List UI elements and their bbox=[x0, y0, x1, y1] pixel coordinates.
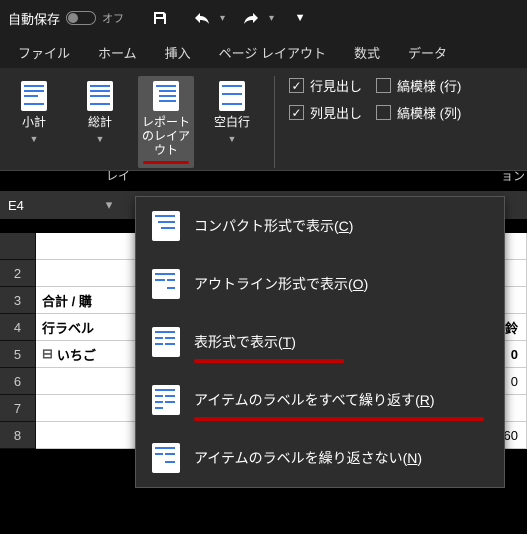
annotation-underline bbox=[194, 359, 344, 363]
separator bbox=[274, 76, 275, 168]
banded-rows-label: 縞模様 (行) bbox=[397, 76, 461, 95]
blank-rows-button[interactable]: 空白行 ▼ bbox=[204, 76, 260, 168]
dropdown-item-label: コンパクト形式で表示(C) bbox=[194, 216, 353, 236]
blank-corner[interactable] bbox=[0, 233, 36, 260]
dropdown-item-label: 表形式で表示(T) bbox=[194, 332, 296, 352]
dropdown-item-compact[interactable]: コンパクト形式で表示(C) bbox=[136, 197, 504, 255]
blank-rows-icon bbox=[219, 81, 245, 111]
repeat-labels-icon bbox=[152, 385, 180, 415]
ribbon-group-left-label: レイ bbox=[106, 167, 130, 184]
ribbon-group-layout: 小計 ▼ 総計 ▼ レポートのレイアウト bbox=[6, 76, 260, 168]
subtotals-button[interactable]: 小計 ▼ bbox=[6, 76, 62, 168]
row-headers-column: 2 3 4 5 6 7 8 bbox=[0, 233, 36, 449]
dropdown-item-label: アウトライン形式で表示(O) bbox=[194, 274, 368, 294]
chevron-down-icon: ▼ bbox=[96, 134, 105, 144]
tab-pagelayout[interactable]: ページ レイアウト bbox=[205, 37, 340, 68]
row-header[interactable]: 2 bbox=[0, 260, 36, 287]
chevron-down-icon: ▼ bbox=[30, 134, 39, 144]
banded-cols-checkbox[interactable]: 縞模様 (列) bbox=[376, 103, 461, 122]
cell[interactable]: 行ラベル bbox=[36, 314, 146, 341]
autosave-label: 自動保存 bbox=[8, 9, 60, 28]
col-headers-label: 列見出し bbox=[310, 103, 362, 122]
name-box[interactable]: E4 bbox=[0, 194, 100, 217]
autosave-toggle[interactable]: 自動保存 オフ bbox=[8, 9, 134, 28]
cell[interactable]: ⊟いちご bbox=[36, 341, 146, 368]
checkbox-icon: ✓ bbox=[289, 105, 304, 120]
outline-form-icon bbox=[152, 269, 180, 299]
chevron-down-icon: ▼ bbox=[228, 134, 237, 144]
row-header[interactable]: 8 bbox=[0, 422, 36, 449]
grandtotals-button[interactable]: 総計 ▼ bbox=[72, 76, 128, 168]
row-header[interactable]: 4 bbox=[0, 314, 36, 341]
subtotals-label: 小計 bbox=[22, 116, 46, 130]
row-header[interactable]: 6 bbox=[0, 368, 36, 395]
blank-rows-label: 空白行 bbox=[214, 116, 250, 130]
undo-icon[interactable] bbox=[186, 2, 218, 34]
report-layout-dropdown: コンパクト形式で表示(C) アウトライン形式で表示(O) 表形式で表示(T) bbox=[135, 196, 505, 488]
customize-qat-icon[interactable]: ▼ bbox=[284, 2, 316, 34]
name-box-dropdown-icon[interactable]: ▾ bbox=[100, 197, 118, 213]
annotation-underline bbox=[143, 161, 190, 164]
redo-dropdown-icon[interactable]: ▾ bbox=[269, 13, 274, 24]
report-layout-label: レポートのレイアウト bbox=[140, 116, 192, 157]
dropdown-item-label: アイテムのラベルを繰り返さない(N) bbox=[194, 448, 422, 468]
report-layout-icon bbox=[153, 81, 179, 111]
checkbox-icon bbox=[376, 105, 391, 120]
tab-formula[interactable]: 数式 bbox=[340, 37, 394, 68]
ribbon-group-right-label: ョン bbox=[501, 167, 525, 184]
tab-home[interactable]: ホーム bbox=[84, 37, 151, 68]
row-headers-checkbox[interactable]: ✓ 行見出し bbox=[289, 76, 362, 95]
ribbon-group-style-options: ✓ 行見出し 縞模様 (行) ✓ 列見出し 縞模様 (列) bbox=[289, 76, 461, 168]
col-headers-checkbox[interactable]: ✓ 列見出し bbox=[289, 103, 362, 122]
toggle-pill bbox=[66, 11, 96, 25]
dropdown-item-outline[interactable]: アウトライン形式で表示(O) bbox=[136, 255, 504, 313]
row-header[interactable]: 3 bbox=[0, 287, 36, 314]
row-headers-label: 行見出し bbox=[310, 76, 362, 95]
tabular-form-icon bbox=[152, 327, 180, 357]
row-header[interactable]: 5 bbox=[0, 341, 36, 368]
tab-bar: ファイル ホーム 挿入 ページ レイアウト 数式 データ bbox=[0, 36, 527, 68]
checkbox-icon: ✓ bbox=[289, 78, 304, 93]
grandtotals-label: 総計 bbox=[88, 116, 112, 130]
redo-icon[interactable] bbox=[235, 2, 267, 34]
subtotals-icon bbox=[21, 81, 47, 111]
annotation-underline bbox=[194, 417, 484, 421]
cell[interactable]: 合計 / 購 bbox=[36, 287, 146, 314]
tab-file[interactable]: ファイル bbox=[4, 37, 84, 68]
report-layout-button[interactable]: レポートのレイアウト bbox=[138, 76, 194, 168]
tab-insert[interactable]: 挿入 bbox=[151, 37, 205, 68]
banded-cols-label: 縞模様 (列) bbox=[397, 103, 461, 122]
checkbox-icon bbox=[376, 78, 391, 93]
row-header[interactable]: 7 bbox=[0, 395, 36, 422]
undo-dropdown-icon[interactable]: ▾ bbox=[220, 13, 225, 24]
no-repeat-labels-icon bbox=[152, 443, 180, 473]
grandtotals-icon bbox=[87, 81, 113, 111]
banded-rows-checkbox[interactable]: 縞模様 (行) bbox=[376, 76, 461, 95]
autosave-state: オフ bbox=[102, 10, 124, 26]
save-icon[interactable] bbox=[144, 2, 176, 34]
dropdown-item-label: アイテムのラベルをすべて繰り返す(R) bbox=[194, 390, 435, 410]
ribbon: 小計 ▼ 総計 ▼ レポートのレイアウト bbox=[0, 68, 527, 171]
dropdown-item-tabular[interactable]: 表形式で表示(T) bbox=[136, 313, 504, 371]
dropdown-item-repeat-labels[interactable]: アイテムのラベルをすべて繰り返す(R) bbox=[136, 371, 504, 429]
dropdown-item-no-repeat-labels[interactable]: アイテムのラベルを繰り返さない(N) bbox=[136, 429, 504, 487]
compact-form-icon bbox=[152, 211, 180, 241]
title-bar: 自動保存 オフ ▾ ▾ ▼ bbox=[0, 0, 527, 36]
tab-data[interactable]: データ bbox=[394, 37, 461, 68]
collapse-icon[interactable]: ⊟ bbox=[42, 346, 53, 362]
